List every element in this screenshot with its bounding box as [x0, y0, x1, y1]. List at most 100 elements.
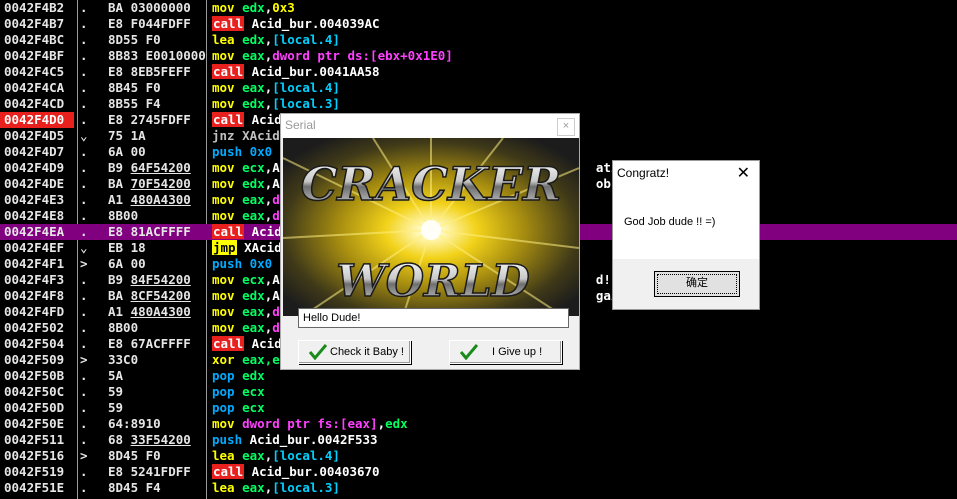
address-cell: 0042F4D5: [4, 128, 65, 143]
jump-marker: .: [80, 112, 88, 127]
jump-marker: ⌄: [80, 128, 88, 143]
jump-marker: .: [80, 336, 88, 351]
jump-marker: .: [80, 416, 88, 431]
disasm-row[interactable]: 0042F4C5. E8 8EB5FEFF call Acid_bur.0041AA…: [0, 64, 957, 80]
disasm-row[interactable]: 0042F50D. 59 pop ecx: [0, 400, 957, 416]
hex-bytes-cell: B9 84F54200: [108, 272, 191, 287]
instruction-cell: call Acid_bur.0041AA58: [212, 64, 380, 79]
close-icon[interactable]: ✕: [737, 163, 750, 183]
disasm-row[interactable]: 0042F516 >8D45 F0 lea eax,[local.4]: [0, 448, 957, 464]
check-it-baby-button[interactable]: Check it Baby !: [298, 340, 411, 364]
disasm-row[interactable]: 0042F50B. 5A pop edx: [0, 368, 957, 384]
address-cell: 0042F516: [4, 448, 65, 463]
disasm-row[interactable]: 0042F511. 68 33F54200 push Acid_bur.0042F5…: [0, 432, 957, 448]
congratz-message: God Job dude !! =): [624, 216, 716, 228]
banner-text-world: WORLD: [336, 256, 529, 307]
address-cell: 0042F4D0: [0, 112, 74, 128]
jump-marker: .: [80, 192, 88, 207]
address-cell: 0042F502: [4, 320, 65, 335]
jump-marker: >: [80, 448, 88, 463]
address-cell: 0042F51E: [4, 480, 65, 495]
instruction-cell: push Acid_bur.0042F533: [212, 432, 378, 447]
checkmark-icon: [308, 344, 328, 363]
jump-marker: .: [80, 208, 88, 223]
jump-marker: .: [80, 80, 88, 95]
jump-marker: .: [80, 464, 88, 479]
hex-bytes-cell: E8 5241FDFF: [108, 464, 191, 479]
disasm-row[interactable]: 0042F50C. 59 pop ecx: [0, 384, 957, 400]
disasm-row[interactable]: 0042F4BC. 8D55 F0 lea edx,[local.4]: [0, 32, 957, 48]
address-cell: 0042F4B2: [4, 0, 65, 15]
disasm-row[interactable]: 0042F4CA. 8B45 F0 mov eax,[local.4]: [0, 80, 957, 96]
address-cell: 0042F519: [4, 464, 65, 479]
jump-marker: >: [80, 352, 88, 367]
hex-bytes-cell: E8 81ACFFFF: [108, 224, 191, 239]
instruction-cell: mov dword ptr fs:[eax],edx: [212, 416, 408, 431]
hex-bytes-cell: 68 33F54200: [108, 432, 191, 447]
hex-bytes-cell: BA 03000000: [108, 0, 191, 15]
instruction-cell: pop ecx: [212, 384, 265, 399]
hex-bytes-cell: BA 8CF54200: [108, 288, 191, 303]
give-up-button[interactable]: I Give up !: [449, 340, 562, 364]
disasm-row[interactable]: 0042F51E. 8D45 F4 lea eax,[local.3]: [0, 480, 957, 496]
address-cell: 0042F4EA: [4, 224, 65, 239]
jump-marker: .: [80, 272, 88, 287]
instruction-cell: pop edx: [212, 368, 265, 383]
address-cell: 0042F4BC: [4, 32, 65, 47]
address-cell: 0042F4F1: [4, 256, 65, 271]
instruction-cell: mov eax,[local.4]: [212, 80, 340, 95]
hex-bytes-cell: E8 8EB5FEFF: [108, 64, 191, 79]
address-cell: 0042F4E8: [4, 208, 65, 223]
jump-marker: .: [80, 320, 88, 335]
congratz-title: Congratz!: [617, 166, 670, 180]
disasm-row[interactable]: 0042F4B2. BA 03000000 mov edx,0x3: [0, 0, 957, 16]
jump-marker: .: [80, 176, 88, 191]
address-cell: 0042F4D7: [4, 144, 65, 159]
disasm-row[interactable]: 0042F4CD. 8B55 F4 mov edx,[local.3]: [0, 96, 957, 112]
hex-bytes-cell: A1 480A4300: [108, 304, 191, 319]
jump-marker: .: [80, 48, 88, 63]
hex-bytes-cell: 8B00: [108, 320, 139, 335]
address-cell: 0042F504: [4, 336, 65, 351]
hex-bytes-cell: 33C0: [108, 352, 139, 367]
ok-button[interactable]: 确定: [654, 271, 740, 297]
hex-bytes-cell: 8D45 F4: [108, 480, 161, 495]
hex-bytes-cell: 8B00: [108, 208, 139, 223]
address-cell: 0042F4E3: [4, 192, 65, 207]
congratz-titlebar[interactable]: Congratz! ✕: [613, 161, 759, 185]
address-cell: 0042F4C5: [4, 64, 65, 79]
hex-bytes-cell: 8D45 F0: [108, 448, 161, 463]
jump-marker: >: [80, 256, 88, 271]
jump-marker: .: [80, 432, 88, 447]
disasm-row[interactable]: 0042F50E. 64:8910 mov dword ptr fs:[eax],e…: [0, 416, 957, 432]
disasm-row[interactable]: 0042F4BF. 8B83 E0010000 mov eax,dword ptr …: [0, 48, 957, 64]
serial-titlebar[interactable]: Serial ×: [281, 114, 579, 138]
address-cell: 0042F4B7: [4, 16, 65, 31]
hex-bytes-cell: BA 70F54200: [108, 176, 191, 191]
instruction-cell: pop ecx: [212, 400, 265, 415]
disasm-row[interactable]: 0042F519. E8 5241FDFF call Acid_bur.004036…: [0, 464, 957, 480]
jump-marker: .: [80, 96, 88, 111]
jump-marker: .: [80, 144, 88, 159]
disasm-row[interactable]: 0042F4B7. E8 F044FDFF call Acid_bur.004039…: [0, 16, 957, 32]
hex-bytes-cell: B9 64F54200: [108, 160, 191, 175]
banner-text-cracker: CRACKER: [301, 157, 561, 211]
address-cell: 0042F4EF: [4, 240, 65, 255]
jump-marker: .: [80, 32, 88, 47]
address-cell: 0042F4F3: [4, 272, 65, 287]
instruction-cell: lea eax,[local.3]: [212, 480, 340, 495]
close-icon[interactable]: ×: [557, 118, 575, 136]
hex-bytes-cell: E8 2745FDFF: [108, 112, 191, 127]
address-cell: 0042F4CD: [4, 96, 65, 111]
address-cell: 0042F511: [4, 432, 65, 447]
jump-marker: ⌄: [80, 240, 88, 255]
name-input[interactable]: Hello Dude!: [298, 308, 569, 328]
checkmark-icon: [459, 344, 479, 363]
hex-bytes-cell: 6A 00: [108, 256, 146, 271]
address-cell: 0042F50D: [4, 400, 65, 415]
instruction-cell: lea eax,[local.4]: [212, 448, 340, 463]
address-cell: 0042F4DE: [4, 176, 65, 191]
address-cell: 0042F50E: [4, 416, 65, 431]
hex-bytes-cell: E8 F044FDFF: [108, 16, 191, 31]
address-cell: 0042F50C: [4, 384, 65, 399]
